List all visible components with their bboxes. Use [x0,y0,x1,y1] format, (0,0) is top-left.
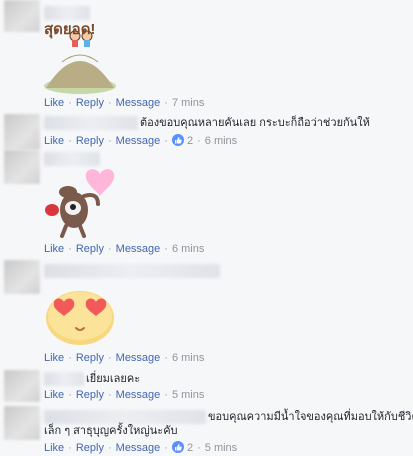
separator: · [68,135,72,147]
comment-1: สุดยอด! Like · Reply · Message · 7 mins [0,0,413,110]
timestamp[interactable]: 5 mins [205,442,237,454]
commenter-avatar[interactable] [4,260,40,294]
timestamp[interactable]: 6 mins [172,243,204,255]
reply-link[interactable]: Reply [76,352,104,364]
separator: · [164,135,168,147]
commenter-avatar[interactable] [4,114,40,150]
comment-text-line2: เล็ก ๆ สาธุบุญครั้งใหญ่นะคับ [44,425,178,437]
message-link[interactable]: Message [116,389,161,401]
comment-2: ต้องขอบคุณหลายคันเลย กระบะก็ถือว่าช่วยกั… [0,112,413,152]
separator: · [68,243,72,255]
like-link[interactable]: Like [44,97,64,109]
commenter-name-blurred[interactable] [44,152,100,166]
timestamp[interactable]: 6 mins [205,135,237,147]
commenter-avatar[interactable] [4,370,40,402]
comment-actions: Like · Reply · Message · 7 mins [44,96,204,110]
heart-dog-sticker [45,169,115,238]
separator: · [68,442,72,454]
timestamp[interactable]: 6 mins [172,352,204,364]
message-link[interactable]: Message [116,352,161,364]
comment-actions: Like · Reply · Message · 2 · 5 mins [44,441,237,455]
commenter-avatar[interactable] [4,0,40,32]
timestamp[interactable]: 7 mins [172,97,204,109]
comment-actions: Like · Reply · Message · 2 · 6 mins [44,134,237,148]
comment-text: ต้องขอบคุณหลายคันเลย กระบะก็ถือว่าช่วยกั… [140,117,370,129]
comment-5: เยี่ยมเลยคะ Like · Reply · Message · 5 mins [0,368,413,404]
separator: · [107,135,112,147]
reply-link[interactable]: Reply [76,389,104,401]
like-link[interactable]: Like [44,442,64,454]
separator: · [164,97,168,109]
separator: · [164,352,168,364]
thumbs-up-icon [171,441,184,454]
separator: · [107,352,112,364]
message-link[interactable]: Message [116,135,161,147]
separator: · [164,442,168,454]
separator: · [164,389,168,401]
commenter-name-blurred[interactable] [44,6,90,20]
separator: · [68,389,72,401]
reply-link[interactable]: Reply [76,442,104,454]
comment-actions: Like · Reply · Message · 6 mins [44,351,204,365]
like-link[interactable]: Like [44,352,64,364]
commenter-name-blurred[interactable] [44,116,138,130]
commenter-name-blurred[interactable] [44,372,84,386]
like-count[interactable]: 2 [171,441,193,454]
commenter-avatar[interactable] [4,150,40,184]
thumbs-up-icon [171,134,184,147]
separator: · [197,135,201,147]
separator: · [164,243,168,255]
message-link[interactable]: Message [116,243,161,255]
like-count[interactable]: 2 [171,134,193,147]
comment-6: ขอบคุณความมีน้ำใจของคุณที่มอบให้กับชีวิต… [0,404,413,456]
commenter-name-blurred[interactable] [44,264,220,278]
sticker-caption: สุดยอด! [44,21,95,39]
heart-eyes-emoji [46,291,114,345]
timestamp[interactable]: 5 mins [172,389,204,401]
like-link[interactable]: Like [44,135,64,147]
separator: · [197,442,201,454]
separator: · [107,97,112,109]
commenter-avatar[interactable] [4,406,40,440]
separator: · [68,352,72,364]
separator: · [107,389,112,401]
like-link[interactable]: Like [44,243,64,255]
like-link[interactable]: Like [44,389,64,401]
separator: · [107,442,112,454]
commenter-name-blurred[interactable] [44,410,206,424]
separator: · [68,97,72,109]
comment-4: Like · Reply · Message · 6 mins [0,260,413,370]
comment-3: Like · Reply · Message · 6 mins [0,150,413,260]
great-sticker: สุดยอด! [44,21,116,94]
comment-text-line1: ขอบคุณความมีน้ำใจของคุณที่มอบให้กับชีวิต [208,411,413,423]
comment-text: เยี่ยมเลยคะ [86,373,141,385]
reply-link[interactable]: Reply [76,97,104,109]
reply-link[interactable]: Reply [76,243,104,255]
comment-actions: Like · Reply · Message · 6 mins [44,242,204,256]
comment-actions: Like · Reply · Message · 5 mins [44,388,204,402]
message-link[interactable]: Message [116,442,161,454]
separator: · [107,243,112,255]
message-link[interactable]: Message [116,97,161,109]
reply-link[interactable]: Reply [76,135,104,147]
